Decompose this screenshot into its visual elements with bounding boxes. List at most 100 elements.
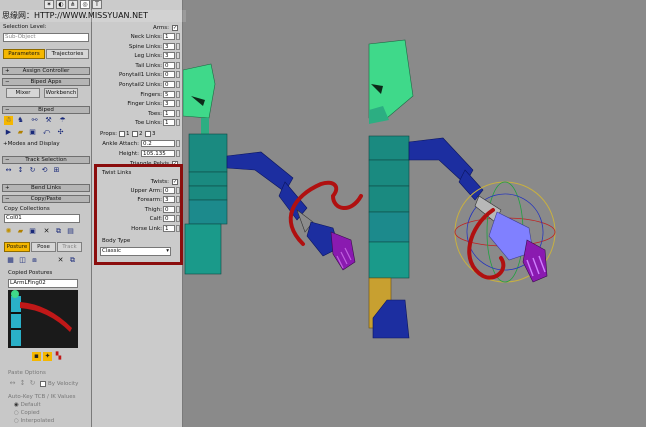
save-collection-icon[interactable]: ▣ [28,227,37,236]
symmetrical-icon[interactable]: ⟲ [40,166,49,175]
radio-interpolated-label: Interpolated [20,418,55,424]
workbench-button[interactable]: Workbench [44,88,78,98]
rollout-track-selection[interactable]: − Track Selection [2,156,90,164]
structure-param-label: Spine Links: [128,43,162,50]
radio-copied[interactable]: ○ Copied [14,410,40,416]
structure-param-spinner[interactable] [176,109,180,117]
structure-param-input[interactable]: 3 [163,100,175,108]
biped-playback-icon[interactable]: ☂ [58,116,67,125]
structure-param-spinner[interactable] [176,119,180,127]
props-2-checkbox[interactable] [132,131,138,137]
structure-param-input[interactable]: 1 [163,33,175,40]
structure-param-input[interactable]: 0 [163,61,175,69]
mixer-button[interactable]: Mixer [6,88,40,98]
ankle-attach-input[interactable]: 0.2 [141,140,175,147]
paste-posture-icon[interactable]: ▪ [32,352,41,361]
create-tab-icon[interactable]: ✶ [44,0,54,9]
delete-all-postures-icon[interactable]: ⧉ [68,256,77,265]
copy-camera-icon[interactable]: ⧈ [30,256,39,265]
rollout-biped[interactable]: − Biped [2,106,90,114]
copy-posture-icon[interactable]: ▦ [6,256,15,265]
copy-collections-dropdown[interactable]: Col01 [4,214,80,223]
delete-all-icon[interactable]: ⧉ [54,227,63,236]
capture-snapshot-icon[interactable]: ◫ [18,256,27,265]
save-file-icon[interactable]: ▣ [28,128,37,137]
max-collection-icon[interactable]: ▤ [66,227,75,236]
structure-param-input[interactable]: 1 [163,109,175,117]
body-horizontal-icon[interactable]: ↔ [4,166,13,175]
convert-icon[interactable]: ⤺ [42,128,51,137]
rollout-copy-paste-label: Copy/Paste [30,196,62,202]
structure-param-input[interactable]: 0 [163,71,175,79]
modes-and-display-label[interactable]: +Modes and Display [3,141,60,147]
open-file-icon[interactable]: ▰ [16,128,25,137]
footstep-mode-icon[interactable]: ♞ [16,116,25,125]
height-label: Height: [118,151,139,157]
paste-rotation-icon[interactable]: ↻ [28,379,37,388]
opposite-icon[interactable]: ⊞ [52,166,61,175]
structure-param-input[interactable]: 3 [163,52,175,60]
paste-vertical-icon[interactable]: ↕ [18,379,27,388]
rollout-biped-apps[interactable]: − Biped Apps [2,78,90,86]
copied-postures-dropdown[interactable]: LArmLFing02 [8,279,78,288]
structure-param-input[interactable]: 1 [163,119,175,127]
height-input[interactable]: 105.135 [141,150,175,157]
viewport[interactable] [183,0,646,427]
figure-mode-icon[interactable]: ☃ [4,116,13,125]
body-vertical-icon[interactable]: ↕ [16,166,25,175]
delete-collection-icon[interactable]: ✕ [42,227,51,236]
autokey-label: Auto-Key TCB / IK Values [8,394,76,400]
structure-param-spinner[interactable] [176,33,180,40]
rollout-bend-links[interactable]: + Bend Links [2,184,90,192]
radio-interpolated[interactable]: ○ Interpolated [14,418,54,424]
radio-default[interactable]: ◉ Default [14,402,41,408]
structure-param-spinner[interactable] [176,42,180,50]
tab-trajectories[interactable]: Trajectories [46,49,89,59]
structure-param-spinner[interactable] [176,100,180,108]
load-collection-icon[interactable]: ▰ [16,227,25,236]
move-all-mode-icon[interactable]: ✣ [56,128,65,137]
pose-button[interactable]: Pose [31,242,56,252]
torso-left [188,133,228,173]
ankle-attach-spinner[interactable] [176,140,180,147]
structure-param-spinner[interactable] [176,90,180,98]
structure-param-input[interactable]: 5 [163,90,175,98]
torso-right [368,135,410,161]
ankle-attach-label: Ankle Attach: [102,141,139,147]
structure-param-input[interactable]: 3 [163,42,175,50]
mixer-mode-icon[interactable]: ⚒ [44,116,53,125]
tab-parameters[interactable]: Parameters [3,49,45,59]
structure-param-label: Finger Links: [127,101,162,108]
structure-param-row: Leg Links: 3 [92,52,183,60]
structure-param-label: Ponytail1 Links: [118,72,162,79]
delete-posture-icon[interactable]: ✕ [56,256,65,265]
height-spinner[interactable] [176,150,180,157]
utilities-tab-icon[interactable]: T [92,0,102,9]
structure-param-spinner[interactable] [176,81,180,88]
props-1-checkbox[interactable] [119,131,125,137]
load-file-icon[interactable]: ▶ [4,128,13,137]
paste-opposite-icon[interactable]: ▚ [54,352,63,361]
rollout-assign-controller[interactable]: + Assign Controller [2,67,90,75]
rollout-copy-paste[interactable]: − Copy/Paste [2,195,90,203]
paste-pose-icon[interactable]: ✦ [43,352,52,361]
hierarchy-tab-icon[interactable]: ⋔ [68,0,78,9]
posture-button[interactable]: Posture [4,242,30,252]
arms-checkbox[interactable]: ✓ [172,25,178,31]
structure-param-spinner[interactable] [176,61,180,69]
structure-param-spinner[interactable] [176,52,180,60]
track-button[interactable]: Track [57,242,82,252]
body-rotation-icon[interactable]: ↻ [28,166,37,175]
motion-tab-icon[interactable]: ◎ [80,0,90,9]
by-velocity-checkbox[interactable] [40,381,46,387]
structure-param-input[interactable]: 0 [163,81,175,88]
biped-left [183,63,363,275]
selection-level-dropdown[interactable]: Sub-Object [3,33,89,42]
copy-collections-label: Copy Collections [4,206,50,212]
modify-tab-icon[interactable]: ◐ [56,0,66,9]
motion-flow-icon[interactable]: ⚯ [30,116,39,125]
props-3-checkbox[interactable] [145,131,151,137]
create-collection-icon[interactable]: ✺ [4,227,13,236]
paste-horizontal-icon[interactable]: ↔ [8,379,17,388]
structure-param-spinner[interactable] [176,71,180,79]
